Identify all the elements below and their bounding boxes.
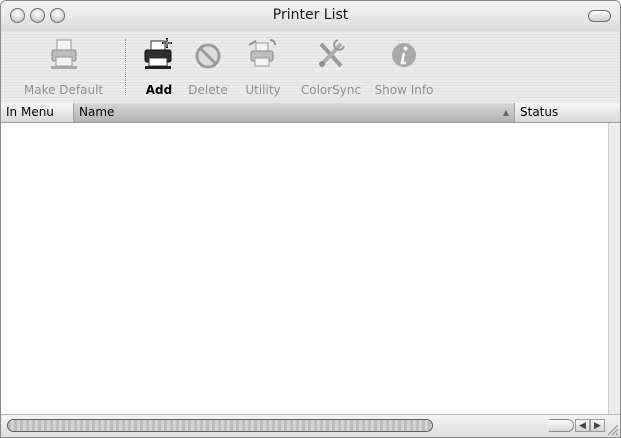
utility-button[interactable]: Utility — [239, 31, 287, 103]
printer-default-icon — [50, 39, 77, 69]
toolbar-separator — [125, 39, 126, 95]
vertical-scrollbar[interactable] — [608, 123, 620, 417]
resize-grip-icon[interactable] — [604, 416, 620, 437]
colorsync-label: ColorSync — [300, 83, 362, 97]
column-in-menu[interactable]: In Menu — [1, 103, 74, 122]
add-label: Add — [145, 83, 173, 97]
scroll-track[interactable] — [549, 419, 574, 432]
delete-label: Delete — [188, 83, 228, 97]
scroll-left-arrow-icon[interactable]: ◀ — [575, 419, 590, 432]
column-name-label: Name — [79, 105, 115, 119]
toolbar-toggle-button[interactable] — [588, 10, 611, 22]
colorsync-tools-icon — [319, 39, 345, 68]
printer-list-window: Printer List Make Default Add Delete Uti… — [0, 0, 621, 438]
colorsync-button[interactable]: ColorSync — [293, 31, 369, 103]
printer-list[interactable] — [1, 123, 611, 417]
toolbar: Make Default Add Delete Utility ColorSyn… — [1, 31, 620, 104]
add-button[interactable]: Add — [139, 31, 179, 103]
show-info-button[interactable]: Show Info — [371, 31, 437, 103]
column-status[interactable]: Status — [515, 103, 611, 122]
window-title: Printer List — [272, 7, 349, 23]
sort-ascending-icon: ▲ — [502, 108, 509, 117]
printer-utility-icon — [248, 39, 276, 67]
delete-prohibited-icon — [195, 43, 221, 69]
horizontal-scrollbar[interactable]: ◀ ▶ — [1, 414, 620, 437]
show-info-label: Show Info — [374, 83, 434, 97]
list-header: In Menu Name ▲ Status — [1, 103, 620, 123]
column-name[interactable]: Name ▲ — [74, 103, 515, 122]
make-default-label: Make Default — [23, 83, 104, 97]
make-default-button[interactable]: Make Default — [11, 31, 116, 103]
delete-button[interactable]: Delete — [185, 31, 231, 103]
column-in-menu-label: In Menu — [6, 105, 54, 119]
column-status-label: Status — [520, 105, 559, 119]
title-bar[interactable]: Printer List — [1, 1, 620, 31]
utility-label: Utility — [245, 83, 281, 97]
info-icon — [392, 43, 416, 67]
scroll-thumb[interactable] — [7, 419, 433, 432]
printer-add-icon — [144, 38, 172, 69]
scroll-right-arrow-icon[interactable]: ▶ — [590, 419, 605, 432]
